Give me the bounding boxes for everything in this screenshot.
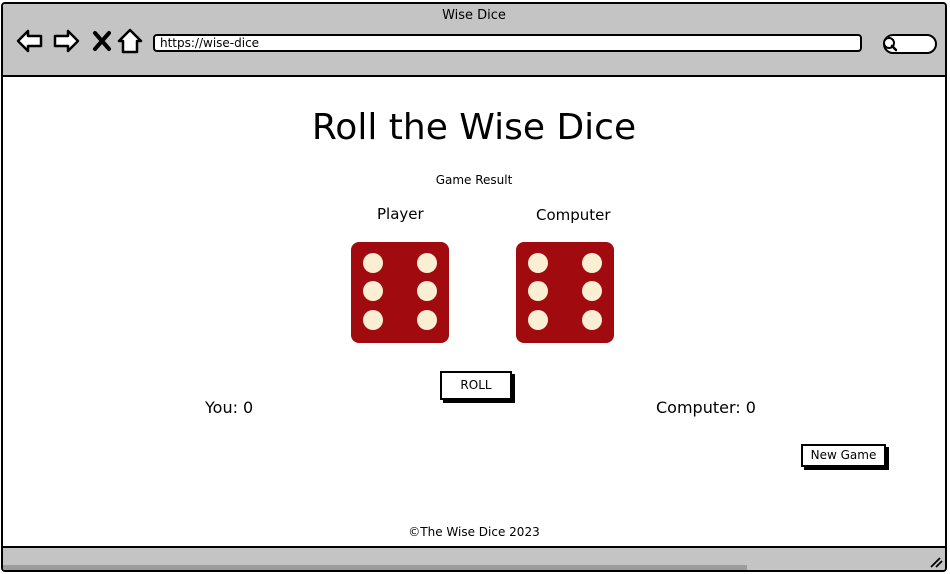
browser-toolbar: Wise Dice https://wise-dice (3, 4, 945, 77)
player-score: You: 0 (205, 398, 254, 417)
new-game-button[interactable]: New Game (801, 444, 886, 467)
computer-label: Computer (536, 206, 611, 224)
player-label: Player (377, 205, 424, 223)
resize-grip-icon[interactable] (929, 556, 943, 568)
game-result-text: Game Result (435, 173, 513, 187)
die-pip (528, 281, 548, 301)
die-pip (582, 281, 602, 301)
die-pip (363, 310, 383, 330)
address-bar[interactable]: https://wise-dice (153, 34, 862, 52)
die-pip (417, 253, 437, 273)
horizontal-scrollbar[interactable] (3, 565, 747, 570)
die-pip (528, 253, 548, 273)
back-arrow-icon[interactable] (15, 26, 45, 56)
status-bar (3, 546, 945, 570)
footer-text: ©The Wise Dice 2023 (408, 525, 540, 539)
die-pip (363, 281, 383, 301)
player-die (351, 242, 449, 343)
home-icon[interactable] (115, 26, 145, 56)
computer-die (516, 242, 614, 343)
die-pip (417, 281, 437, 301)
window-title: Wise Dice (442, 8, 506, 23)
die-pip (363, 253, 383, 273)
die-pip (582, 310, 602, 330)
page-content: Roll the Wise Dice Game Result Player Co… (3, 77, 945, 546)
computer-score: Computer: 0 (656, 398, 756, 417)
browser-window: Wise Dice https://wise-dice Roll the Wis… (1, 2, 947, 572)
roll-button[interactable]: ROLL (440, 371, 512, 400)
die-pip (528, 310, 548, 330)
die-pip (417, 310, 437, 330)
forward-arrow-icon[interactable] (51, 26, 81, 56)
search-icon[interactable] (878, 33, 938, 55)
page-title: Roll the Wise Dice (311, 107, 637, 148)
die-pip (582, 253, 602, 273)
close-x-icon[interactable] (87, 26, 117, 56)
